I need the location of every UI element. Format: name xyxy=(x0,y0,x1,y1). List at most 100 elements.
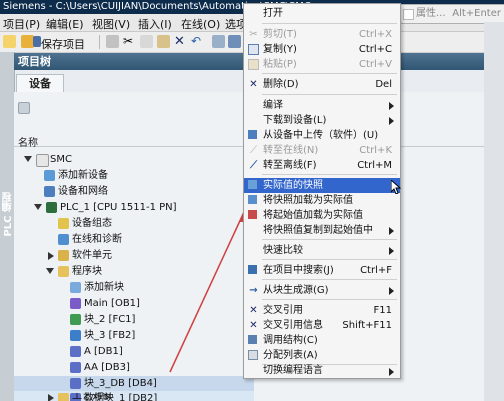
tree-item-software-units[interactable]: 软件单元 xyxy=(14,248,254,263)
call-structure-icon xyxy=(248,335,257,344)
menu-item-go-offline[interactable]: ⟋ 转至离线(F) Ctrl+M xyxy=(244,158,400,173)
right-panel-strip xyxy=(484,22,504,401)
menu-separator xyxy=(262,239,397,240)
menu-item-upload[interactable]: 从设备中上传（软件）(U) xyxy=(244,128,400,143)
tab-devices[interactable]: 设备 xyxy=(16,74,64,93)
menu-item-delete[interactable]: ✕ 删除(D) Del xyxy=(244,77,400,92)
properties-shortcut: Alt+Enter xyxy=(452,8,501,19)
tree-item-smc[interactable]: SMC xyxy=(14,152,254,167)
cut-icon: ✂ xyxy=(249,29,258,40)
paste-icon[interactable] xyxy=(157,35,170,48)
ob-icon xyxy=(70,298,81,309)
tree-toolbar xyxy=(14,94,254,114)
print-icon[interactable] xyxy=(106,35,119,48)
properties-label[interactable]: 属性... xyxy=(416,5,446,23)
menu-item-compile[interactable]: 编译 xyxy=(244,98,400,113)
menu-separator xyxy=(262,73,397,74)
tree-item-db4[interactable]: 块_3_DB [DB4] xyxy=(14,376,254,391)
tree-item-online-diagnostics[interactable]: 在线和诊断 xyxy=(14,232,254,247)
tree-item-add-device[interactable]: 添加新设备 xyxy=(14,168,254,183)
tree-item-db1[interactable]: A [DB1] xyxy=(14,344,254,359)
db-icon xyxy=(70,378,81,389)
menu-item-paste[interactable]: 粘贴(P) Ctrl+V xyxy=(244,57,400,72)
generate-source-icon: → xyxy=(249,285,258,296)
load-snapshot-icon xyxy=(248,195,257,204)
menu-item-switch-language[interactable]: 切换编程语言 xyxy=(244,364,400,377)
toolbar-separator xyxy=(99,35,100,49)
compile-icon[interactable] xyxy=(212,35,225,48)
download-icon[interactable] xyxy=(228,35,241,48)
menu-item-load-start-values[interactable]: 将起始值加载为实际值 xyxy=(244,208,400,223)
tree-item-program-blocks[interactable]: 程序块 xyxy=(14,264,254,279)
expand-arrow-icon[interactable] xyxy=(24,156,32,162)
project-icon xyxy=(36,154,49,167)
go-offline-icon: ⟋ xyxy=(250,160,257,171)
menu-edit[interactable]: 编辑(E) xyxy=(46,16,84,32)
expand-arrow-icon[interactable] xyxy=(34,204,42,210)
menu-online[interactable]: 在线(O) xyxy=(181,16,220,32)
menu-item-call-structure[interactable]: 调用结构(C) xyxy=(244,333,400,348)
add-block-icon xyxy=(70,282,81,293)
tree-item-main-ob1[interactable]: Main [OB1] xyxy=(14,296,254,311)
menu-insert[interactable]: 插入(I) xyxy=(138,16,172,32)
delete-icon[interactable]: ✕ xyxy=(174,35,187,48)
copy-icon[interactable] xyxy=(140,35,153,48)
delete-icon: ✕ xyxy=(249,79,258,90)
load-start-icon xyxy=(248,210,257,219)
device-config-icon xyxy=(58,218,69,229)
submenu-arrow-icon xyxy=(389,287,394,295)
save-project-button[interactable]: 保存项目 xyxy=(41,36,85,52)
menu-item-search-in-project[interactable]: 在项目中搜索(J) Ctrl+F xyxy=(244,263,400,278)
folder-icon xyxy=(58,393,69,401)
diagnostics-icon xyxy=(58,234,69,245)
plc-programming-side-tab[interactable]: PLC 编程 xyxy=(0,52,15,401)
menu-item-cut[interactable]: ✂ 剪切(T) Ctrl+X xyxy=(244,27,400,42)
expand-arrow-icon[interactable] xyxy=(46,268,54,274)
menu-item-copy-snapshot[interactable]: 将快照值复制到起始值中 xyxy=(244,223,400,238)
submenu-arrow-icon xyxy=(389,102,394,110)
submenu-arrow-icon xyxy=(389,368,394,376)
cut-icon[interactable]: ✂ xyxy=(123,35,136,48)
menu-item-quick-compare[interactable]: 快速比较 xyxy=(244,243,400,258)
menu-separator xyxy=(262,23,397,24)
tree-item-fc1[interactable]: 块_2 [FC1] xyxy=(14,312,254,327)
menu-item-generate-source[interactable]: → 从块生成源(G) xyxy=(244,283,400,298)
tree-item-device-config[interactable]: 设备组态 xyxy=(14,216,254,231)
tree-item-db3[interactable]: AA [DB3] xyxy=(14,360,254,375)
cpu-icon xyxy=(46,202,57,213)
submenu-arrow-icon xyxy=(389,247,394,255)
search-icon xyxy=(248,265,257,274)
save-icon[interactable] xyxy=(33,36,41,47)
menu-item-assignment-list[interactable]: 分配列表(A) xyxy=(244,348,400,363)
upload-icon xyxy=(248,130,257,139)
tree-item-add-block[interactable]: 添加新块 xyxy=(14,280,254,295)
tree-item-plc1[interactable]: PLC_1 [CPU 1511-1 PN] xyxy=(14,200,254,215)
menu-item-open[interactable]: 打开 xyxy=(244,6,400,21)
new-project-icon[interactable] xyxy=(3,35,16,48)
menu-view[interactable]: 视图(V) xyxy=(92,16,130,32)
tree-item-technology-objects[interactable]: 工艺对象 xyxy=(14,393,254,401)
menu-item-go-online[interactable]: ⟋ 转至在线(N) Ctrl+K xyxy=(244,143,400,158)
collapse-arrow-icon[interactable] xyxy=(48,252,54,260)
menu-separator xyxy=(262,279,397,280)
menu-project[interactable]: 项目(P) xyxy=(3,16,40,32)
menu-item-cross-reference[interactable]: ✕ 交叉引用 F11 xyxy=(244,303,400,318)
collapse-arrow-icon[interactable] xyxy=(48,394,54,401)
fb-icon xyxy=(70,330,81,341)
undo-icon[interactable]: ↶ xyxy=(191,35,204,48)
menu-item-copy[interactable]: 复制(Y) Ctrl+C xyxy=(244,42,400,57)
add-device-icon xyxy=(44,170,55,181)
tree-item-fb2[interactable]: 块_3 [FB2] xyxy=(14,328,254,343)
network-icon xyxy=(44,186,55,197)
menu-item-download[interactable]: 下载到设备(L) xyxy=(244,113,400,128)
tree-item-devices-networks[interactable]: 设备和网络 xyxy=(14,184,254,199)
mouse-cursor-icon xyxy=(391,180,401,194)
menu-item-cross-reference-info[interactable]: ✕ 交叉引用信息 Shift+F11 xyxy=(244,318,400,333)
context-menu: 打开 ✂ 剪切(T) Ctrl+X 复制(Y) Ctrl+C 粘贴(P) Ctr… xyxy=(243,3,401,379)
menu-item-load-snapshot[interactable]: 将快照加载为实际值 xyxy=(244,193,400,208)
paste-icon xyxy=(248,59,259,70)
submenu-arrow-icon xyxy=(389,227,394,235)
assignment-list-icon xyxy=(248,350,258,360)
show-hide-icon[interactable] xyxy=(18,102,30,114)
menu-item-snapshot[interactable]: 实际值的快照 xyxy=(244,178,400,193)
